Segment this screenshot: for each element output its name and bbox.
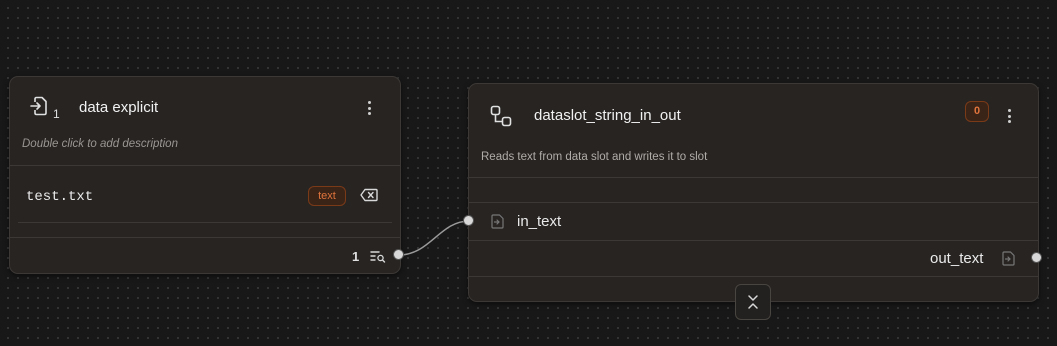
file-input-icon [491,214,504,234]
expand-node-button[interactable] [735,284,771,320]
input-port-handle[interactable] [463,215,474,226]
file-output-icon [1002,251,1015,271]
list-search-icon[interactable] [370,250,386,268]
node-title[interactable]: data explicit [79,99,158,116]
node-title[interactable]: dataslot_string_in_out [534,107,681,124]
chevrons-expand-icon [746,294,760,315]
input-port-label: in_text [517,213,562,230]
dataslot-node[interactable]: dataslot_string_in_out 0 Reads text from… [468,83,1039,302]
workflow-icon [490,105,512,132]
data-item-value[interactable]: test.txt [26,189,93,205]
output-port-handle[interactable] [1031,252,1042,263]
node-description[interactable]: Double click to add description [22,138,178,150]
more-options-icon[interactable] [1008,109,1012,126]
delete-icon[interactable] [360,188,378,207]
node-index: 1 [53,107,60,121]
output-count: 1 [352,249,360,264]
import-icon [30,96,48,121]
node-description[interactable]: Reads text from data slot and writes it … [481,151,707,163]
data-explicit-node[interactable]: 1 data explicit Double click to add desc… [9,76,401,274]
counter-badge: 0 [965,101,989,122]
output-port-label: out_text [930,250,984,267]
type-badge: text [308,186,346,206]
output-port-handle[interactable] [393,249,404,260]
more-options-icon[interactable] [368,101,372,118]
